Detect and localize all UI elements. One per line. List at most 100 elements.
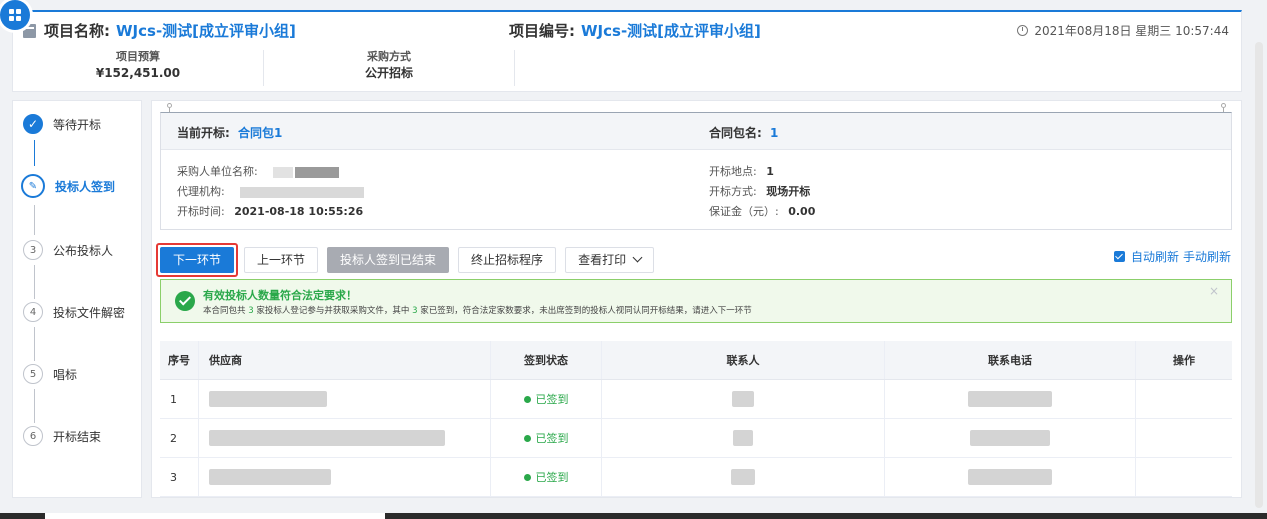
redacted-text <box>240 186 365 198</box>
previous-step-button[interactable]: 上一环节 <box>244 247 319 273</box>
budget-cell: 项目预算 ¥152,451.00 <box>13 50 264 86</box>
step-label: 投标人签到 <box>55 179 116 194</box>
terminate-tender-button[interactable]: 终止招标程序 <box>458 247 557 273</box>
purchaser-label: 采购人单位名称: <box>177 165 258 178</box>
open-time-label: 开标时间: <box>177 205 225 218</box>
step-label: 唱标 <box>53 367 78 382</box>
opening-info: 当前开标: 合同包1 合同包名: 1 采购人单位名称: 代理机构: 开标时间: … <box>160 112 1232 230</box>
budget-value: ¥152,451.00 <box>95 66 181 80</box>
redacted-text <box>968 469 1052 485</box>
step-sing-bids[interactable]: 5 唱标 <box>23 364 77 384</box>
status-cell: 已签到 <box>490 457 602 497</box>
status-text: 已签到 <box>535 393 569 406</box>
column-header: 联系人 <box>601 341 885 380</box>
close-icon[interactable]: × <box>1209 284 1219 298</box>
supplier-cell <box>198 418 491 458</box>
alert-description: 本合同包共 3 家投标人登记参与并获取采购文件，其中 3 家已签到，符合法定家数… <box>203 304 752 316</box>
step-connector <box>34 205 35 235</box>
project-number-row: 项目编号: WJcs-测试[成立评审小组] <box>509 20 761 41</box>
status-badge: 已签到 <box>523 430 569 446</box>
redacted-text <box>209 430 445 446</box>
view-print-label: 查看打印 <box>578 253 627 267</box>
phone-cell <box>884 418 1136 458</box>
project-name-row: 项目名称: WJcs-测试[成立评审小组] <box>23 20 296 41</box>
table-row: 3 已签到 <box>160 457 1232 497</box>
project-number: WJcs-测试[成立评审小组] <box>581 22 761 40</box>
step-number: 4 <box>23 302 43 322</box>
column-header: 操作 <box>1135 341 1232 380</box>
table-row: 1 已签到 <box>160 379 1232 419</box>
chevron-down-icon <box>632 252 643 263</box>
auto-refresh-checkbox[interactable] <box>1113 251 1125 262</box>
signed-count: 3 <box>412 306 418 316</box>
signin-ended-button[interactable]: 投标人签到已结束 <box>327 247 450 273</box>
supplier-cell <box>198 457 491 497</box>
contact-cell <box>601 457 885 497</box>
app-menu-icon[interactable] <box>0 0 30 30</box>
opening-info-header: 当前开标: 合同包1 合同包名: 1 <box>161 113 1231 150</box>
project-name: WJcs-测试[成立评审小组] <box>116 22 296 40</box>
datetime-text: 2021年08月18日 星期三 10:57:44 <box>1034 24 1229 38</box>
project-name-label: 项目名称: <box>44 22 110 40</box>
process-steps: ✓ 等待开标 ✎ 投标人签到 3 公布投标人 4 投标文件解密 5 唱标 6 开… <box>12 100 142 498</box>
current-opening: 当前开标: 合同包1 <box>177 124 282 141</box>
contact-cell <box>601 379 885 419</box>
valid-bidders-alert: 有效投标人数量符合法定要求！ 本合同包共 3 家投标人登记参与并获取采购文件，其… <box>160 279 1232 323</box>
step-opening-end[interactable]: 6 开标结束 <box>23 426 101 446</box>
alert-text: 家投标人登记参与并获取采购文件，其中 <box>256 306 410 316</box>
edit-icon: ✎ <box>21 174 45 198</box>
open-time-row: 开标时间: 2021-08-18 10:55:26 <box>177 203 363 219</box>
step-decrypt-files[interactable]: 4 投标文件解密 <box>23 302 125 322</box>
next-step-button[interactable]: 下一环节 <box>160 247 235 273</box>
row-number: 3 <box>160 457 199 497</box>
redacted-text <box>731 469 755 485</box>
step-label: 公布投标人 <box>53 243 114 258</box>
agency-row: 代理机构: <box>177 183 365 199</box>
redacted-text <box>732 391 754 407</box>
column-header: 联系电话 <box>884 341 1136 380</box>
action-toolbar: 下一环节 上一环节 投标人签到已结束 终止招标程序 查看打印 <box>156 243 663 277</box>
status-dot-icon <box>523 434 531 442</box>
phone-cell <box>884 379 1136 419</box>
status-badge: 已签到 <box>523 391 569 407</box>
vertical-scrollbar[interactable] <box>1255 42 1263 508</box>
step-connector <box>34 140 35 166</box>
redacted-text <box>968 391 1052 407</box>
alert-text: 本合同包共 <box>203 306 246 316</box>
taskbar <box>0 513 1267 519</box>
method-label: 采购方式 <box>367 50 411 63</box>
redacted-text <box>970 430 1050 446</box>
row-number: 2 <box>160 418 199 458</box>
step-connector <box>34 327 35 361</box>
row-number: 1 <box>160 379 199 419</box>
step-announce-bidders[interactable]: 3 公布投标人 <box>23 240 113 260</box>
auto-refresh-label[interactable]: 自动刷新 <box>1131 248 1179 265</box>
alert-text: 家已签到，符合法定家数要求，未出席签到的投标人视同认同开标结果，请进入下一环节 <box>420 306 752 316</box>
status-badge: 已签到 <box>523 469 569 485</box>
manual-refresh-link[interactable]: 手动刷新 <box>1183 248 1231 265</box>
step-label: 投标文件解密 <box>53 305 126 320</box>
view-print-dropdown[interactable]: 查看打印 <box>565 247 655 273</box>
main-panel: 当前开标: 合同包1 合同包名: 1 采购人单位名称: 代理机构: 开标时间: … <box>151 100 1242 498</box>
redacted-text <box>295 166 340 178</box>
column-header: 签到状态 <box>490 341 602 380</box>
redacted-text <box>273 166 294 178</box>
step-number: 3 <box>23 240 43 260</box>
refresh-controls: 自动刷新 手动刷新 <box>1113 248 1231 265</box>
status-cell: 已签到 <box>490 379 602 419</box>
check-circle-icon <box>175 291 195 311</box>
action-cell <box>1135 379 1232 419</box>
place-row: 开标地点: 1 <box>709 163 774 179</box>
open-time-value: 2021-08-18 10:55:26 <box>234 205 364 218</box>
table-row: 2 已签到 <box>160 418 1232 458</box>
registered-count: 3 <box>248 306 254 316</box>
step-connector <box>34 389 35 423</box>
mode-label: 开标方式: <box>709 185 757 198</box>
step-waiting-open[interactable]: ✓ 等待开标 <box>23 114 101 134</box>
step-bidder-signin[interactable]: ✎ 投标人签到 <box>21 174 116 198</box>
package-name-label: 合同包名: <box>709 126 762 140</box>
action-cell <box>1135 457 1232 497</box>
mode-value: 现场开标 <box>766 185 811 198</box>
alert-title: 有效投标人数量符合法定要求！ <box>203 289 357 302</box>
agency-label: 代理机构: <box>177 185 225 198</box>
